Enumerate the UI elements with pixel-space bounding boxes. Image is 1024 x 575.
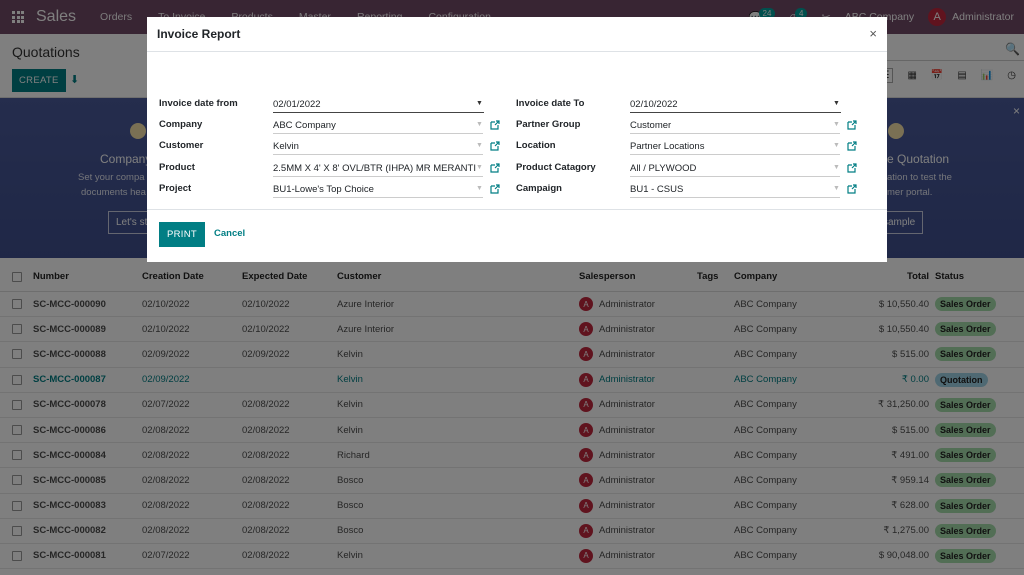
customer-input[interactable]: Kelvin bbox=[273, 139, 483, 156]
close-icon[interactable]: × bbox=[869, 26, 877, 41]
invoice-date-to-input[interactable]: 02/10/2022 bbox=[630, 97, 841, 113]
dropdown-caret-icon[interactable]: ▼ bbox=[476, 100, 483, 107]
campaign-label: Campaign bbox=[516, 182, 562, 194]
dropdown-caret-icon[interactable]: ▼ bbox=[833, 185, 840, 192]
external-link-icon[interactable] bbox=[490, 162, 500, 173]
dropdown-caret-icon[interactable]: ▼ bbox=[833, 164, 840, 171]
external-link-icon[interactable] bbox=[847, 141, 857, 151]
dropdown-caret-icon[interactable]: ▼ bbox=[476, 121, 483, 128]
dropdown-caret-icon[interactable]: ▼ bbox=[833, 142, 840, 149]
product-catagory-label: Product Catagory bbox=[516, 161, 596, 173]
invoice-report-dialog: Invoice Report × Invoice date from 02/01/… bbox=[147, 17, 887, 262]
customer-label: Customer bbox=[159, 140, 204, 152]
external-link-icon[interactable] bbox=[490, 120, 500, 130]
external-link-icon[interactable] bbox=[490, 184, 500, 194]
location-input[interactable]: Partner Locations bbox=[630, 139, 840, 156]
partner-group-label: Partner Group bbox=[516, 119, 581, 131]
campaign-input[interactable]: BU1 - CSUS bbox=[630, 182, 840, 198]
invoice-date-from-input[interactable]: 02/01/2022 bbox=[273, 97, 484, 113]
dropdown-caret-icon[interactable]: ▼ bbox=[833, 121, 840, 128]
dropdown-caret-icon[interactable]: ▼ bbox=[476, 185, 483, 192]
company-input[interactable]: ABC Company bbox=[273, 118, 483, 135]
dialog-body: Invoice date from 02/01/2022 ▼ Company ABC C… bbox=[147, 52, 887, 210]
product-label: Product bbox=[159, 161, 195, 173]
dialog-title: Invoice Report bbox=[157, 27, 241, 41]
partner-group-input[interactable]: Customer bbox=[630, 118, 840, 135]
print-button[interactable]: PRINT bbox=[159, 222, 205, 247]
dropdown-caret-icon[interactable]: ▼ bbox=[476, 142, 483, 149]
dropdown-caret-icon[interactable]: ▼ bbox=[833, 100, 840, 107]
external-link-icon[interactable] bbox=[847, 120, 857, 130]
dialog-header: Invoice Report × bbox=[147, 17, 887, 52]
dialog-footer: PRINT Cancel bbox=[147, 210, 887, 260]
external-link-icon[interactable] bbox=[490, 141, 500, 151]
external-link-icon[interactable] bbox=[847, 162, 857, 173]
project-input[interactable]: BU1-Lowe's Top Choice bbox=[273, 182, 483, 198]
location-label: Location bbox=[516, 140, 556, 152]
invoice-date-to-label: Invoice date To bbox=[516, 98, 585, 109]
product-catagory-input[interactable]: All / PLYWOOD bbox=[630, 161, 840, 177]
external-link-icon[interactable] bbox=[847, 184, 857, 194]
product-input[interactable]: 2.5MM X 4' X 8' OVL/BTR (IHPA) MR MERANT… bbox=[273, 161, 483, 177]
invoice-date-from-label: Invoice date from bbox=[159, 98, 238, 109]
dropdown-caret-icon[interactable]: ▼ bbox=[476, 164, 483, 171]
company-label: Company bbox=[159, 119, 203, 131]
project-label: Project bbox=[159, 182, 192, 194]
cancel-button[interactable]: Cancel bbox=[214, 228, 245, 239]
